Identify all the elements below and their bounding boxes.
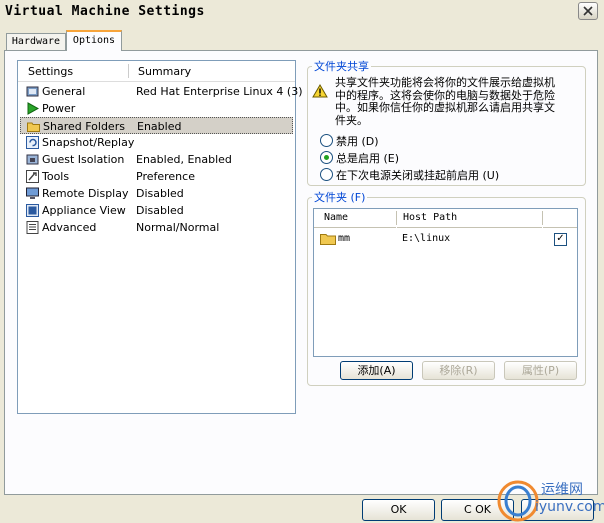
tab-options[interactable]: Options [66,30,122,51]
folder-name: mm [338,233,351,244]
settings-row-general[interactable]: General Red Hat Enterprise Linux 4 (3) [20,83,303,100]
settings-row-remote-display[interactable]: Remote Display Disabled [20,185,293,202]
settings-row-summary: Red Hat Enterprise Linux 4 (3) [136,85,303,98]
remote-display-icon [26,187,39,199]
window-title: Virtual Machine Settings [5,4,205,19]
close-button[interactable] [578,2,598,20]
shared-folders-table[interactable]: Name Host Path mm E:\linux ✓ [313,208,578,357]
tools-icon [26,170,39,183]
table-row[interactable]: mm E:\linux ✓ [314,231,577,248]
settings-row-name: Appliance View [42,204,126,217]
watermark-url: iyunv.com [535,499,604,515]
column-header-name[interactable]: Name [314,209,396,228]
settings-row-summary: Normal/Normal [136,221,220,234]
column-header-host-path[interactable]: Host Path [397,209,542,228]
settings-row-shared-folders[interactable]: Shared Folders Enabled [20,117,293,134]
radio-button[interactable] [320,151,333,164]
snapshot-icon [26,136,39,149]
watermark-text: 运维网 [541,482,583,498]
advanced-icon [26,221,39,234]
settings-row-advanced[interactable]: Advanced Normal/Normal [20,219,293,236]
folder-host-path: E:\linux [402,233,451,244]
settings-row-name: Guest Isolation [42,153,125,166]
settings-list-header: Settings Summary [18,61,295,82]
radio-label: 总是启用 (E) [336,152,400,165]
radio-label: 禁用 (D) [336,135,379,148]
settings-row-name: General [42,85,86,98]
column-header-label: Host Path [403,212,458,223]
add-folder-button[interactable]: 添加(A) [340,361,413,380]
column-header-enabled[interactable] [543,209,577,228]
radio-label: 在下次电源关闭或挂起前启用 (U) [336,169,500,182]
settings-row-tools[interactable]: Tools Preference [20,168,293,185]
settings-row-name: Tools [42,170,70,183]
power-play-icon [27,102,39,115]
remove-folder-button[interactable]: 移除(R) [422,361,495,380]
column-header-summary[interactable]: Summary [138,65,191,78]
settings-row-guest-isolation[interactable]: Guest Isolation Enabled, Enabled [20,151,293,168]
warning-text-line: 共享文件夹功能将会将你的文件展示给虚拟机 [335,76,555,89]
folders-group-title: 文件夹 (F) [312,189,368,205]
settings-row-appliance-view[interactable]: Appliance View Disabled [20,202,293,219]
warning-text-line: 件夹。 [335,113,368,127]
radio-button[interactable] [320,134,333,147]
settings-row-summary: Disabled [136,204,184,217]
title-bar: Virtual Machine Settings [0,0,604,24]
column-header-settings[interactable]: Settings [28,65,73,78]
folder-enabled-checkbox[interactable]: ✓ [554,233,567,246]
tab-hardware[interactable]: Hardware [6,33,66,50]
appliance-view-icon [26,204,39,217]
settings-row-summary: Preference [136,170,195,183]
column-separator[interactable] [128,64,129,78]
folder-properties-button[interactable]: 属性(P) [504,361,577,380]
ok-button[interactable]: OK [362,499,435,521]
settings-row-power[interactable]: Power [20,100,293,117]
settings-list[interactable]: Settings Summary General Red Hat Enterpr… [17,60,303,414]
column-header-label: Name [324,212,349,223]
folder-sharing-group-title: 文件夹共享 [312,58,371,74]
settings-row-summary: Disabled [136,187,184,200]
site-watermark: 运维网 iyunv.com [495,475,604,523]
settings-row-name: Snapshot/Replay [42,136,135,149]
warning-icon [312,84,328,98]
folder-icon [320,234,336,245]
settings-row-snapshot-replay[interactable]: Snapshot/Replay [20,134,293,151]
warning-text: 共享文件夹功能将会将你的文件展示给虚拟机 中的程序。这将会使你的电脑与数据处于危… [335,76,555,127]
settings-row-name: Shared Folders [43,120,125,133]
isolation-icon [26,154,39,165]
general-icon [26,86,39,97]
close-icon [583,6,593,16]
settings-row-summary: Enabled [137,120,182,133]
settings-row-name: Advanced [42,221,97,234]
settings-row-name: Power [42,102,76,115]
warning-text-line: 中。如果你信任你的虚拟机那么请启用共享文 [335,101,555,114]
settings-row-name: Remote Display [42,187,129,200]
settings-row-summary: Enabled, Enabled [136,153,232,166]
radio-button[interactable] [320,168,333,181]
folder-icon [27,122,40,132]
